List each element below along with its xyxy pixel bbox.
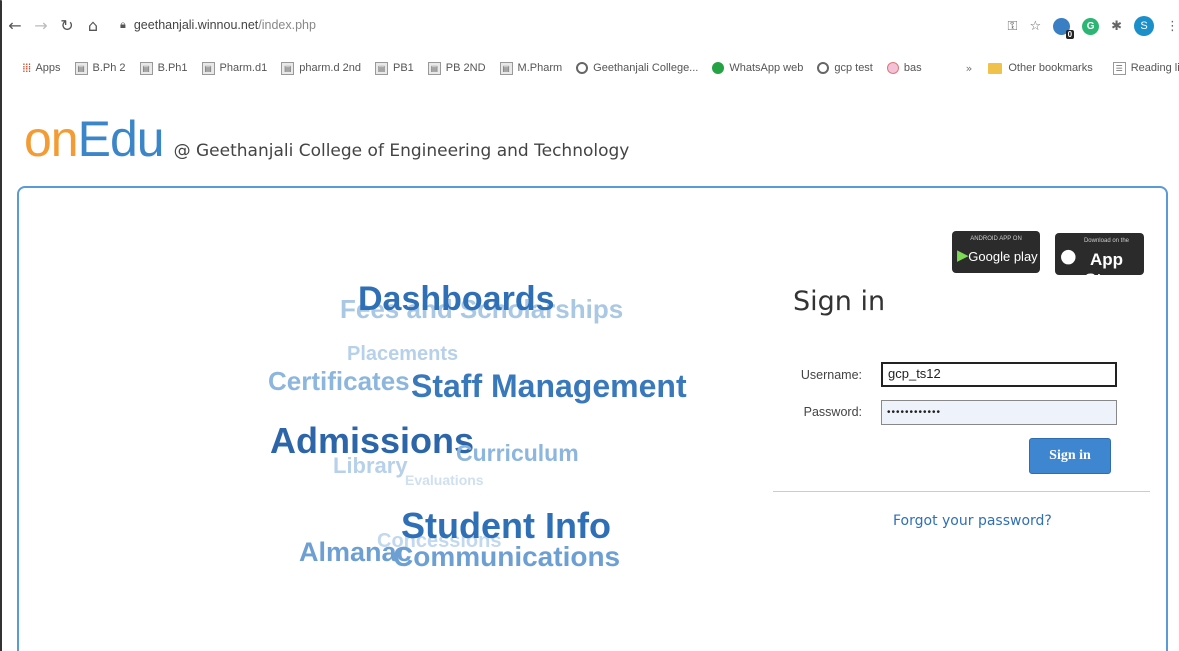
cloud-word-staff-management: Staff Management <box>411 368 687 404</box>
bookmark-label: B.Ph1 <box>157 62 188 74</box>
password-label: Password: <box>803 405 862 419</box>
form-divider <box>773 491 1150 492</box>
page-icon: ▤ <box>201 61 215 75</box>
url-path: /index.php <box>258 18 316 32</box>
folder-icon <box>988 62 1003 74</box>
bookmark-label: pharm.d 2nd <box>299 62 361 74</box>
bookmark-item[interactable]: ▤ B.Ph 2 <box>74 61 126 75</box>
cloud-word-admissions: Admissions <box>270 420 475 461</box>
bookmark-item[interactable]: ▤ PB 2ND <box>427 61 486 75</box>
lock-icon: 🔒︎ <box>120 18 126 31</box>
institution-tagline: @ Geethanjali College of Engineering and… <box>173 141 630 161</box>
app-store-text: App Store <box>1084 250 1129 289</box>
signin-title: Sign in <box>793 286 886 317</box>
bookmark-item[interactable]: WhatsApp web <box>712 62 803 74</box>
more-bookmarks-icon[interactable]: » <box>966 62 973 75</box>
bookmark-label: bas <box>903 62 922 74</box>
page-icon: ▤ <box>427 61 441 75</box>
bookmark-label: PB1 <box>393 62 414 74</box>
reload-icon[interactable]: ↻ <box>54 16 80 35</box>
bookmark-label: Geethanjali College... <box>593 62 699 74</box>
page-icon: ▤ <box>375 61 388 75</box>
bookmark-label: WhatsApp web <box>729 62 804 74</box>
site-icon <box>886 62 899 74</box>
bookmark-label: Reading list <box>1130 62 1179 74</box>
google-play-badge[interactable]: ANDROID APP ON ▶ Google play <box>952 231 1040 273</box>
cloud-word-dashboards: Dashboards <box>358 280 555 318</box>
username-input[interactable]: gcp_ts12 <box>881 362 1117 387</box>
google-play-text: Google play <box>968 249 1038 264</box>
cloud-word-curriculum: Curriculum <box>456 440 579 466</box>
cloud-word-placements: Placements <box>347 343 459 365</box>
cloud-word-certificates: Certificates <box>268 366 410 396</box>
home-icon[interactable]: ⌂ <box>80 16 106 35</box>
browser-toolbar: ← → ↻ ⌂ 🔒︎ geethanjali.winnou.net /index… <box>2 0 1179 50</box>
apps-grid-icon: ⁞⁞⁞ <box>22 61 32 75</box>
logo-on: on <box>24 111 79 167</box>
bookmark-item[interactable]: ▤ Pharm.d1 <box>201 61 268 75</box>
whatsapp-icon <box>712 62 725 74</box>
bookmarks-bar: ⁞⁞⁞ Apps ▤ B.Ph 2 ▤ B.Ph1 ▤ Pharm.d1 ▤ p… <box>2 56 1179 80</box>
bookmark-label: Other bookmarks <box>1008 62 1093 74</box>
password-input[interactable]: •••••••••••• <box>881 400 1117 425</box>
signin-button[interactable]: Sign in <box>1029 438 1111 474</box>
bookmark-item[interactable]: ▤ PB1 <box>375 61 414 75</box>
grammarly-icon[interactable]: G <box>1082 17 1100 35</box>
page-icon: ▤ <box>499 61 513 75</box>
page-icon: ▤ <box>74 61 88 75</box>
reading-list-icon: ☰ <box>1112 61 1126 75</box>
url-host: geethanjali.winnou.net <box>133 18 259 32</box>
college-icon <box>817 62 830 74</box>
profile-avatar[interactable]: S <box>1134 16 1154 36</box>
bookmark-item[interactable]: Geethanjali College... <box>576 62 698 74</box>
bookmark-label: PB 2ND <box>445 62 486 74</box>
bookmark-label: Apps <box>35 62 61 74</box>
logo-edu: Edu <box>77 111 165 167</box>
key-icon[interactable]: ⚿ <box>1008 19 1018 34</box>
cloud-word-evaluations: Evaluations <box>405 472 484 488</box>
bookmark-item[interactable]: ▤ M.Pharm <box>499 61 563 75</box>
cloud-word-student-info: Student Info <box>401 505 611 546</box>
star-icon[interactable]: ☆ <box>1029 19 1041 34</box>
menu-dots-icon[interactable]: ⋮ <box>1166 19 1179 34</box>
onedu-logo: on Edu @ Geethanjali College of Engineer… <box>24 110 629 168</box>
username-label: Username: <box>800 368 862 382</box>
extension-badge: 0 <box>1065 29 1075 39</box>
bookmark-item[interactable]: ▤ pharm.d 2nd <box>281 61 361 75</box>
extension-icon[interactable]: 0 <box>1053 17 1075 39</box>
bookmark-label: M.Pharm <box>517 62 563 74</box>
other-bookmarks[interactable]: Other bookmarks <box>988 62 1093 74</box>
bookmark-label: gcp test <box>834 62 873 74</box>
page-icon: ▤ <box>281 61 295 75</box>
bookmark-item[interactable]: gcp test <box>817 62 873 74</box>
puzzle-icon[interactable]: ✱ <box>1111 19 1122 34</box>
college-icon <box>576 62 589 74</box>
google-play-small-text: ANDROID APP ON <box>970 236 1022 242</box>
bookmark-label: B.Ph 2 <box>92 62 126 74</box>
address-bar[interactable]: 🔒︎ geethanjali.winnou.net /index.php <box>120 18 316 32</box>
forward-arrow-icon[interactable]: → <box>28 16 54 35</box>
forgot-password-link[interactable]: Forgot your password? <box>893 513 1052 529</box>
bookmark-item[interactable]: bas <box>886 62 922 74</box>
app-store-badge[interactable]: Download on the ● App Store <box>1055 233 1144 289</box>
page-icon: ▤ <box>139 61 153 75</box>
app-store-small-text: Download on the <box>1083 238 1130 244</box>
reading-list[interactable]: ☰ Reading list <box>1112 61 1179 75</box>
bookmark-apps[interactable]: ⁞⁞⁞ Apps <box>22 61 61 75</box>
bookmark-label: Pharm.d1 <box>219 62 268 74</box>
bookmark-item[interactable]: ▤ B.Ph1 <box>139 61 188 75</box>
back-arrow-icon[interactable]: ← <box>2 16 28 35</box>
toolbar-right: ⚿ ☆ 0 G ✱ S ⋮ <box>1008 16 1179 39</box>
